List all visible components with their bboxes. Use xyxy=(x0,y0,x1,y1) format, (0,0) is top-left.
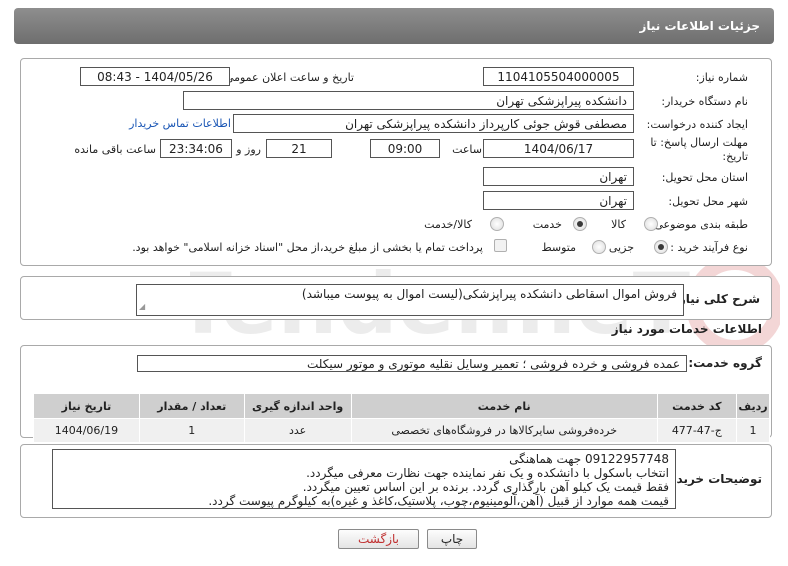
resize-grip-icon[interactable]: ◢ xyxy=(139,299,145,314)
time-label: ساعت xyxy=(452,143,482,156)
days-field: 21 xyxy=(266,139,332,158)
table-row: 1 ج-47-477 خرده‌فروشی سایرکالاها در فروش… xyxy=(33,418,771,443)
process-label: نوع فرآیند خرید : xyxy=(670,241,748,254)
remaining-label: ساعت باقی مانده xyxy=(74,143,156,156)
buyer-notes-line: 09122957748 جهت هماهنگی xyxy=(509,452,669,466)
category-option-goods: کالا xyxy=(611,218,626,231)
cell-service-code: ج-47-477 xyxy=(656,418,737,443)
process-radio-medium[interactable] xyxy=(592,240,606,254)
days-label: روز و xyxy=(236,143,261,156)
cell-row: 1 xyxy=(735,418,771,443)
deadline-label: مهلت ارسال پاسخ: تا xyxy=(650,136,748,149)
col-quantity: تعداد / مقدار xyxy=(138,393,245,419)
province-field: تهران xyxy=(483,167,634,186)
summary-text: فروش اموال اسقاطی دانشکده پیراپزشکی(لیست… xyxy=(301,287,677,301)
col-service-code: کد خدمت xyxy=(656,393,737,419)
category-radio-goods-service[interactable] xyxy=(490,217,504,231)
need-number-field: 1104105504000005 xyxy=(483,67,634,86)
service-group-field: عمده فروشی و خرده فروشی ؛ تعمیر وسایل نق… xyxy=(137,355,687,372)
buyer-notes-line: فقط قیمت یک کیلو آهن بارگذاری گردد. برند… xyxy=(302,480,669,494)
summary-label: شرح کلی نیاز: xyxy=(674,292,760,306)
remaining-time-field: 23:34:06 xyxy=(160,139,232,158)
announce-datetime-field: 1404/05/26 - 08:43 xyxy=(80,67,230,86)
services-section-title: اطلاعات خدمات مورد نیاز xyxy=(611,322,762,336)
category-radio-service[interactable] xyxy=(573,217,587,231)
summary-textarea: فروش اموال اسقاطی دانشکده پیراپزشکی(لیست… xyxy=(136,284,684,316)
cell-quantity: 1 xyxy=(138,418,245,443)
cell-service-name: خرده‌فروشی سایرکالاها در فروشگاه‌های تخص… xyxy=(350,418,658,443)
buyer-notes-line: قیمت همه موارد از قبیل (آهن،آلومینیوم،چو… xyxy=(208,494,669,508)
announce-label: تاریخ و ساعت اعلان عمومی: xyxy=(221,71,354,84)
buyer-notes-textarea: 09122957748 جهت هماهنگی انتخاب باسکول با… xyxy=(52,449,676,509)
buyer-label: نام دستگاه خریدار: xyxy=(661,95,748,108)
deadline-label-date: تاریخ: xyxy=(722,150,748,163)
need-number-label: شماره نیاز: xyxy=(695,71,748,84)
print-button[interactable]: چاپ xyxy=(427,529,477,549)
buyer-notes-line: انتخاب باسکول با دانشکده و یک نفر نمایند… xyxy=(306,466,669,480)
treasury-payment-note: پرداخت تمام یا بخشی از مبلغ خرید،از محل … xyxy=(132,241,483,254)
service-group-label: گروه خدمت: xyxy=(688,356,762,370)
province-label: استان محل تحویل: xyxy=(661,171,748,184)
category-option-goods-service: کالا/خدمت xyxy=(424,218,472,231)
creator-label: ایجاد کننده درخواست: xyxy=(646,118,748,131)
deadline-date-field: 1404/06/17 xyxy=(483,139,634,158)
process-radio-minor[interactable] xyxy=(654,240,668,254)
category-label: طبقه بندی موضوعی: xyxy=(650,218,748,231)
cell-need-date: 1404/06/19 xyxy=(33,418,140,443)
col-need-date: تاریخ نیاز xyxy=(33,393,140,419)
process-option-medium: متوسط xyxy=(541,241,576,254)
city-label: شهر محل تحویل: xyxy=(668,195,748,208)
col-unit: واحد اندازه گیری xyxy=(243,393,352,419)
cell-unit: عدد xyxy=(243,418,352,443)
table-header-row: ردیف کد خدمت نام خدمت واحد اندازه گیری ت… xyxy=(33,393,771,419)
need-info-panel xyxy=(20,58,772,266)
city-field: تهران xyxy=(483,191,634,210)
services-table: ردیف کد خدمت نام خدمت واحد اندازه گیری ت… xyxy=(33,393,771,443)
back-button[interactable]: بازگشت xyxy=(338,529,419,549)
page-header: جزئیات اطلاعات نیاز xyxy=(14,8,774,44)
category-radio-goods[interactable] xyxy=(644,217,658,231)
buyer-contact-link[interactable]: اطلاعات تماس خریدار xyxy=(129,117,231,130)
buyer-field: دانشکده پیراپزشکی تهران xyxy=(183,91,634,110)
category-option-service: خدمت xyxy=(532,218,562,231)
deadline-time-field: 09:00 xyxy=(370,139,440,158)
creator-field: مصطفی قوش جوئی کارپرداز دانشکده پیراپزشک… xyxy=(233,114,634,133)
process-option-minor: جزیی xyxy=(608,241,634,254)
page-title: جزئیات اطلاعات نیاز xyxy=(639,19,760,33)
treasury-payment-checkbox[interactable] xyxy=(494,239,507,252)
col-service-name: نام خدمت xyxy=(350,393,658,419)
col-row: ردیف xyxy=(735,393,771,419)
